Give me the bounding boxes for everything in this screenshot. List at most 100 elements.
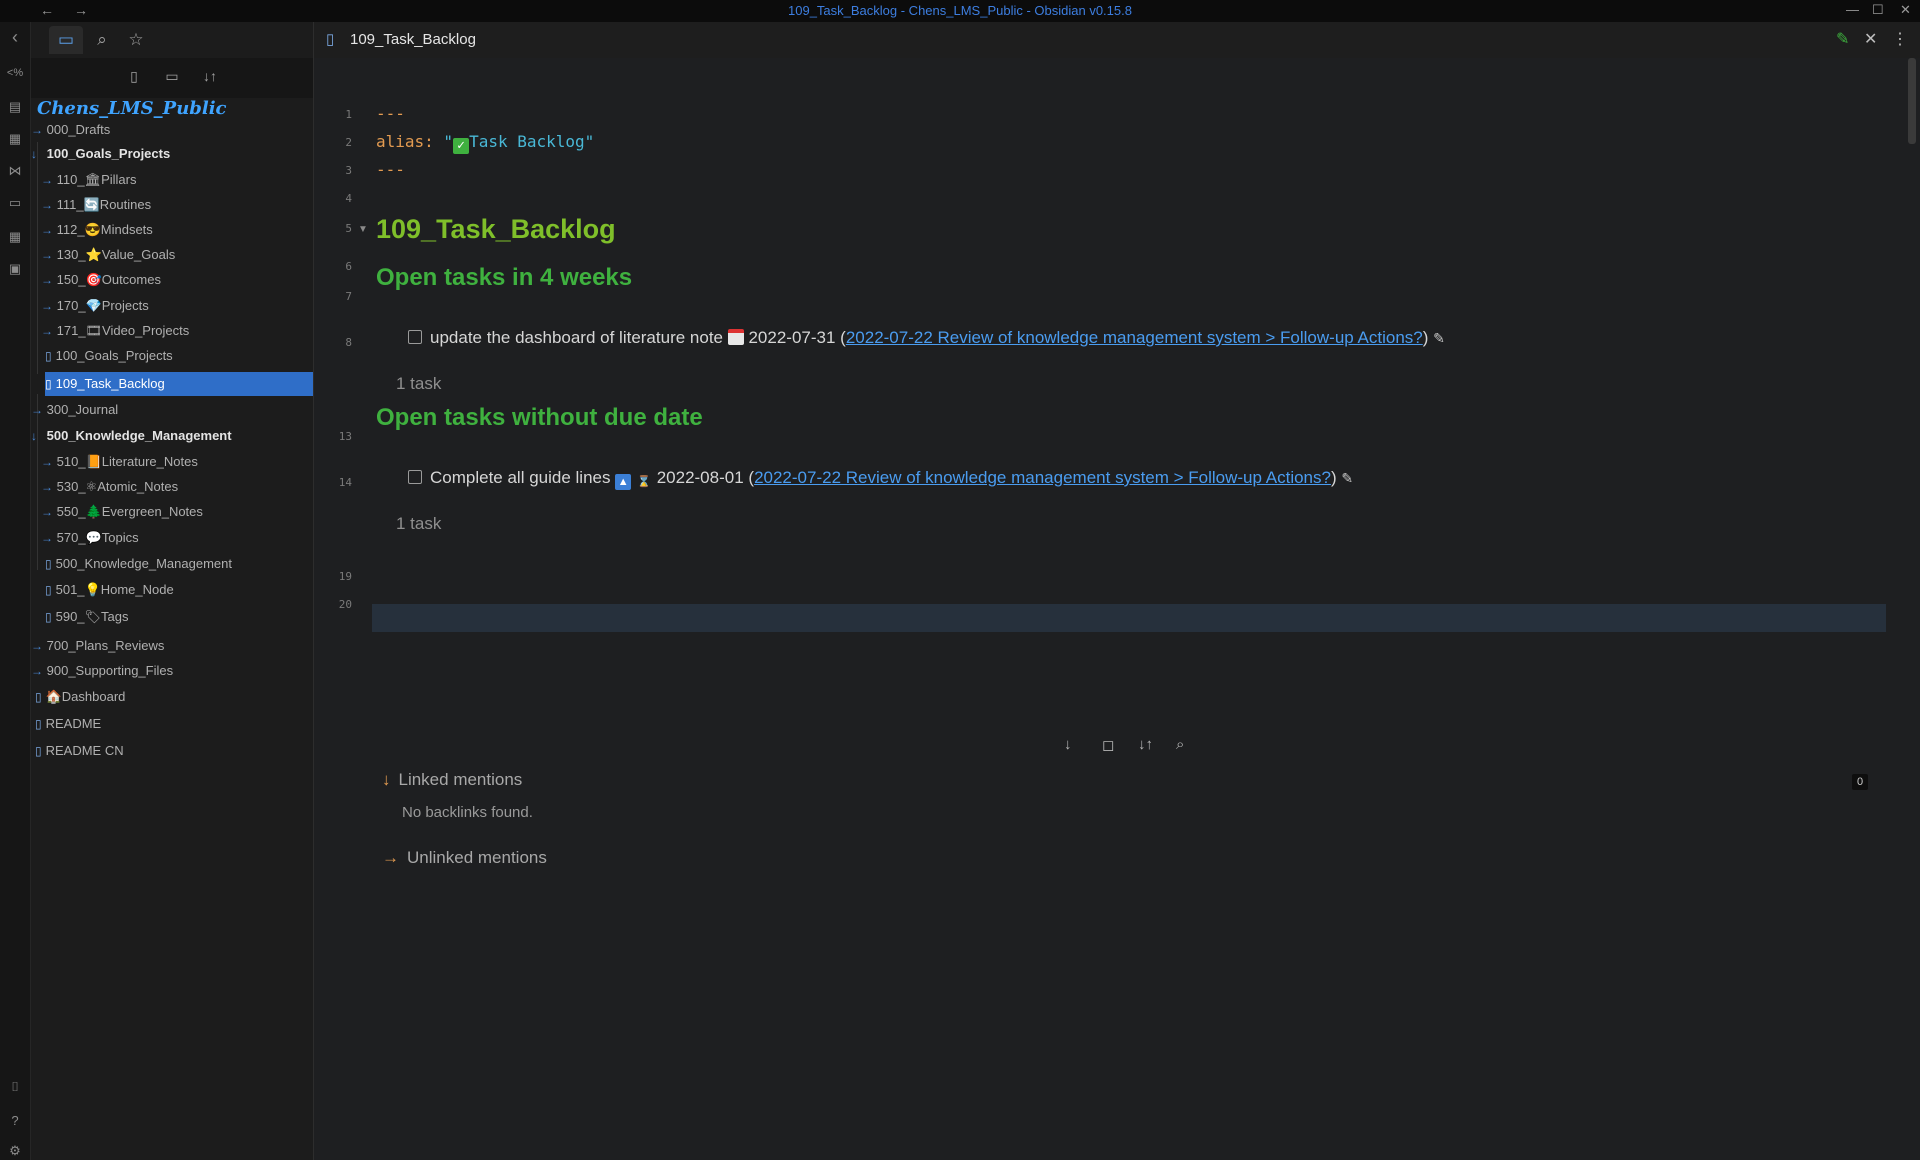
chevron-right-icon: →: [41, 480, 53, 494]
file-icon: ▯: [35, 717, 42, 731]
daily-note-icon[interactable]: ▣: [6, 260, 24, 278]
linked-mentions-count: 0: [1852, 774, 1868, 790]
chevron-down-icon: ↓: [31, 147, 37, 161]
collapse-sidebar-icon[interactable]: ‹: [6, 28, 24, 46]
tree-folder-111-routines[interactable]: → 111_🔄Routines: [41, 193, 151, 217]
graph-view-icon[interactable]: ⋈: [6, 162, 24, 180]
task-count: 1 task: [396, 514, 442, 533]
task-item: update the dashboard of literature note …: [408, 328, 1445, 348]
file-icon: ▯: [35, 690, 42, 704]
switcher-icon[interactable]: ▦: [6, 130, 24, 148]
task-checkbox[interactable]: [408, 330, 422, 344]
tree-folder-300-journal[interactable]: → 300_Journal: [31, 398, 118, 422]
tree-folder-500-knowledge-management[interactable]: ↓ 500_Knowledge_Management: [31, 424, 232, 448]
templater-icon[interactable]: <%: [6, 64, 24, 82]
help-icon[interactable]: ?: [6, 1112, 24, 1130]
alias-quote-open: ": [433, 132, 454, 151]
starred-tab-icon[interactable]: ☆: [119, 26, 153, 54]
edit-pencil-icon[interactable]: ✎: [1433, 330, 1445, 346]
tree-folder-170-projects[interactable]: → 170_💎Projects: [41, 294, 149, 318]
tree-folder-112-mindsets[interactable]: → 112_😎Mindsets: [41, 218, 153, 242]
search-backlinks-icon[interactable]: ⌕: [1176, 736, 1184, 753]
linked-mentions-header[interactable]: ↓ Linked mentions: [382, 770, 522, 790]
tree-folder-000-drafts[interactable]: → 000_Drafts: [31, 118, 110, 142]
tree-file-readme-cn[interactable]: ▯ README CN: [35, 739, 124, 763]
tree-file-109-task-backlog[interactable]: ▯ 109_Task_Backlog: [45, 372, 313, 396]
search-tab-icon[interactable]: ⌕: [85, 26, 119, 54]
sort-icon[interactable]: ↓↑: [199, 68, 221, 88]
fold-arrow-icon[interactable]: ▼: [358, 224, 368, 235]
file-icon: ▯: [45, 610, 52, 624]
chevron-right-icon: →: [41, 223, 53, 237]
task-text: update the dashboard of literature note: [430, 328, 723, 347]
tree-file-readme[interactable]: ▯ README: [35, 712, 101, 736]
tree-file-500-knowledge-management[interactable]: ▯ 500_Knowledge_Management: [45, 552, 232, 576]
chevron-right-icon: →: [41, 248, 53, 262]
minimize-icon[interactable]: —: [1846, 2, 1859, 17]
show-context-icon[interactable]: ◻: [1102, 736, 1114, 754]
task-count: 1 task: [396, 374, 442, 393]
no-backlinks-text: No backlinks found.: [402, 804, 533, 821]
chevron-right-icon: →: [41, 531, 53, 545]
vault-icon[interactable]: ⌷: [6, 1078, 24, 1096]
new-note-icon[interactable]: ▯: [123, 68, 145, 88]
files-tab-icon[interactable]: ▭: [49, 26, 83, 54]
line-number: 4: [345, 192, 352, 205]
tree-folder-110-pillars[interactable]: → 110_🏛Pillars: [41, 168, 136, 192]
close-tab-icon[interactable]: ✕: [1864, 29, 1877, 49]
file-icon: ▯: [45, 557, 52, 571]
more-options-icon[interactable]: ⋮: [1892, 29, 1908, 49]
edit-pencil-icon[interactable]: ✎: [1341, 470, 1353, 486]
settings-icon[interactable]: ⚙: [6, 1142, 24, 1160]
calendar-icon[interactable]: ▤: [6, 98, 24, 116]
active-line-highlight: [372, 604, 1886, 632]
tree-folder-700-plans-reviews[interactable]: → 700_Plans_Reviews: [31, 634, 164, 658]
tree-folder-550-evergreen-notes[interactable]: → 550_🌲Evergreen_Notes: [41, 500, 203, 524]
maximize-icon[interactable]: ☐: [1872, 2, 1884, 18]
task-source-link[interactable]: 2022-07-22 Review of knowledge managemen…: [846, 328, 1423, 347]
tree-folder-150-outcomes[interactable]: → 150_🎯Outcomes: [41, 268, 161, 292]
sort-backlinks-icon[interactable]: ↓↑: [1138, 736, 1153, 753]
tree-folder-510-literature-notes[interactable]: → 510_📙Literature_Notes: [41, 450, 198, 474]
scrollbar[interactable]: [1908, 58, 1916, 144]
slides-icon[interactable]: ▭: [6, 194, 24, 212]
line-number: 5: [345, 222, 352, 235]
new-folder-icon[interactable]: ▭: [161, 68, 183, 88]
frontmatter-close: ---: [376, 160, 405, 179]
tree-folder-130-value-goals[interactable]: → 130_⭐Value_Goals: [41, 243, 175, 267]
tree-folder-570-topics[interactable]: → 570_💬Topics: [41, 526, 139, 550]
vault-name[interactable]: Chens_LMS_Public: [37, 98, 227, 119]
line-number: 3: [345, 164, 352, 177]
priority-up-icon: ▲: [615, 474, 632, 490]
chevron-right-icon: →: [31, 664, 43, 678]
chevron-right-icon: →: [41, 324, 53, 338]
chevron-right-icon: →: [41, 505, 53, 519]
close-window-icon[interactable]: ✕: [1900, 2, 1911, 18]
task-checkbox[interactable]: [408, 470, 422, 484]
chevron-right-icon: →: [31, 639, 43, 653]
kanban-icon[interactable]: ▦: [6, 228, 24, 246]
tree-file-dashboard[interactable]: ▯ 🏠Dashboard: [35, 685, 125, 709]
collapse-results-icon[interactable]: ↓: [1064, 736, 1072, 753]
window-title: 109_Task_Backlog - Chens_LMS_Public - Ob…: [788, 3, 1132, 18]
tree-folder-900-supporting-files[interactable]: → 900_Supporting_Files: [31, 659, 173, 683]
tree-file-501-home-node[interactable]: ▯ 501_💡Home_Node: [45, 578, 174, 602]
alias-value: Task Backlog: [469, 132, 585, 151]
ribbon: ‹ <% ▤ ▦ ⋈ ▭ ▦ ▣ ⌷ ? ⚙: [0, 22, 31, 1160]
tree-folder-100-goals-projects[interactable]: ↓ 100_Goals_Projects: [31, 142, 170, 166]
chevron-right-icon: →: [382, 848, 399, 867]
tree-file-590-tags[interactable]: ▯ 590_🏷Tags: [45, 605, 129, 629]
editor-content[interactable]: 1 2 3 4 5 6 7 8 13 14 19 20 --- alias: "…: [314, 58, 1904, 1160]
alias-key: alias:: [376, 132, 434, 151]
chevron-right-icon: →: [41, 299, 53, 313]
edit-mode-icon[interactable]: ✎: [1836, 29, 1849, 49]
section-heading-open-tasks-4-weeks: Open tasks in 4 weeks: [376, 264, 633, 291]
tree-folder-530-atomic-notes[interactable]: → 530_⚛Atomic_Notes: [41, 475, 178, 499]
tree-folder-171-video-projects[interactable]: → 171_🎞Video_Projects: [41, 319, 189, 343]
tab-title[interactable]: 109_Task_Backlog: [350, 31, 476, 48]
task-text: Complete all guide lines: [430, 468, 611, 487]
unlinked-mentions-header[interactable]: → Unlinked mentions: [382, 848, 547, 868]
task-source-link[interactable]: 2022-07-22 Review of knowledge managemen…: [754, 468, 1331, 487]
tree-file-100-goals-projects[interactable]: ▯ 100_Goals_Projects: [45, 344, 173, 368]
line-number: 8: [345, 336, 352, 349]
